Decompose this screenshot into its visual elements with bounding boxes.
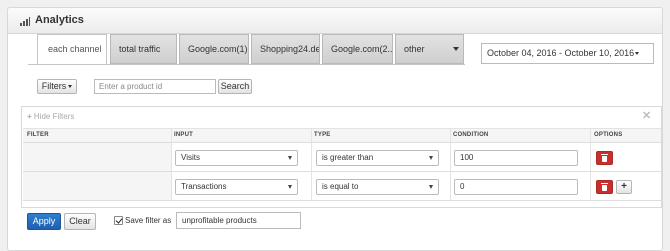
- panel-header: Analytics: [8, 8, 662, 34]
- filters-dropdown-button[interactable]: Filters: [37, 79, 77, 94]
- chevron-down-icon: [288, 156, 292, 160]
- type-select[interactable]: is greater than: [316, 150, 439, 166]
- hide-filters-link[interactable]: + Hide Filters: [27, 112, 74, 121]
- col-header-input: INPUT: [174, 132, 193, 138]
- delete-row-button[interactable]: [596, 180, 613, 194]
- product-id-input[interactable]: [94, 79, 216, 94]
- chevron-down-icon: [429, 185, 433, 189]
- tab-other-label: other: [404, 44, 425, 54]
- delete-row-button[interactable]: [596, 151, 613, 165]
- date-range-text: October 04, 2016 - October 10, 2016: [487, 48, 635, 58]
- type-select-value: is greater than: [322, 153, 374, 162]
- tab-other-dropdown[interactable]: other: [395, 34, 464, 64]
- tab-google-1[interactable]: Google.com(1): [179, 34, 249, 64]
- col-header-condition: CONDITION: [453, 132, 489, 138]
- date-caret-icon: [635, 52, 640, 56]
- type-select[interactable]: is equal to: [316, 179, 439, 195]
- col-header-filter: FILTER: [27, 132, 49, 138]
- trash-icon: [601, 154, 608, 162]
- bar-chart-icon: [20, 17, 30, 26]
- condition-input[interactable]: 0: [454, 179, 578, 195]
- hide-filters-label: Hide Filters: [33, 112, 75, 121]
- plus-icon: +: [27, 112, 32, 121]
- col-header-options: OPTIONS: [594, 132, 623, 138]
- plus-icon: +: [621, 181, 627, 192]
- type-select-value: is equal to: [322, 182, 359, 191]
- panel-title: Analytics: [35, 14, 84, 26]
- save-filter-checkbox[interactable]: [114, 216, 123, 225]
- input-select-value: Transactions: [181, 182, 227, 191]
- date-range-picker[interactable]: October 04, 2016 - October 10, 2016: [481, 43, 654, 64]
- tab-shopping24[interactable]: Shopping24.de: [251, 34, 320, 64]
- tab-total-traffic[interactable]: total traffic: [110, 34, 177, 64]
- apply-button[interactable]: Apply: [27, 213, 61, 230]
- chevron-down-icon: [429, 156, 433, 160]
- chevron-down-icon: [288, 185, 292, 189]
- input-select[interactable]: Visits: [175, 150, 298, 166]
- tab-google-2[interactable]: Google.com(2...: [322, 34, 393, 64]
- filters-label: Filters: [41, 81, 67, 91]
- clear-button[interactable]: Clear: [64, 213, 96, 230]
- search-button[interactable]: Search: [218, 79, 252, 94]
- save-filter-label: Save filter as: [125, 216, 172, 225]
- filter-name-input[interactable]: unprofitable products: [176, 212, 301, 229]
- input-select[interactable]: Transactions: [175, 179, 298, 195]
- caret-down-icon: [68, 85, 73, 89]
- trash-icon: [601, 183, 608, 191]
- col-header-type: TYPE: [314, 132, 331, 138]
- add-row-button[interactable]: +: [616, 180, 632, 194]
- filter-table-header: [23, 128, 661, 143]
- tabs-divider: [28, 64, 465, 65]
- chevron-down-icon: [453, 47, 459, 51]
- tab-each-channel[interactable]: each channel: [37, 34, 107, 65]
- condition-input[interactable]: 100: [454, 150, 578, 166]
- close-icon[interactable]: ✕: [642, 109, 651, 122]
- input-select-value: Visits: [181, 153, 200, 162]
